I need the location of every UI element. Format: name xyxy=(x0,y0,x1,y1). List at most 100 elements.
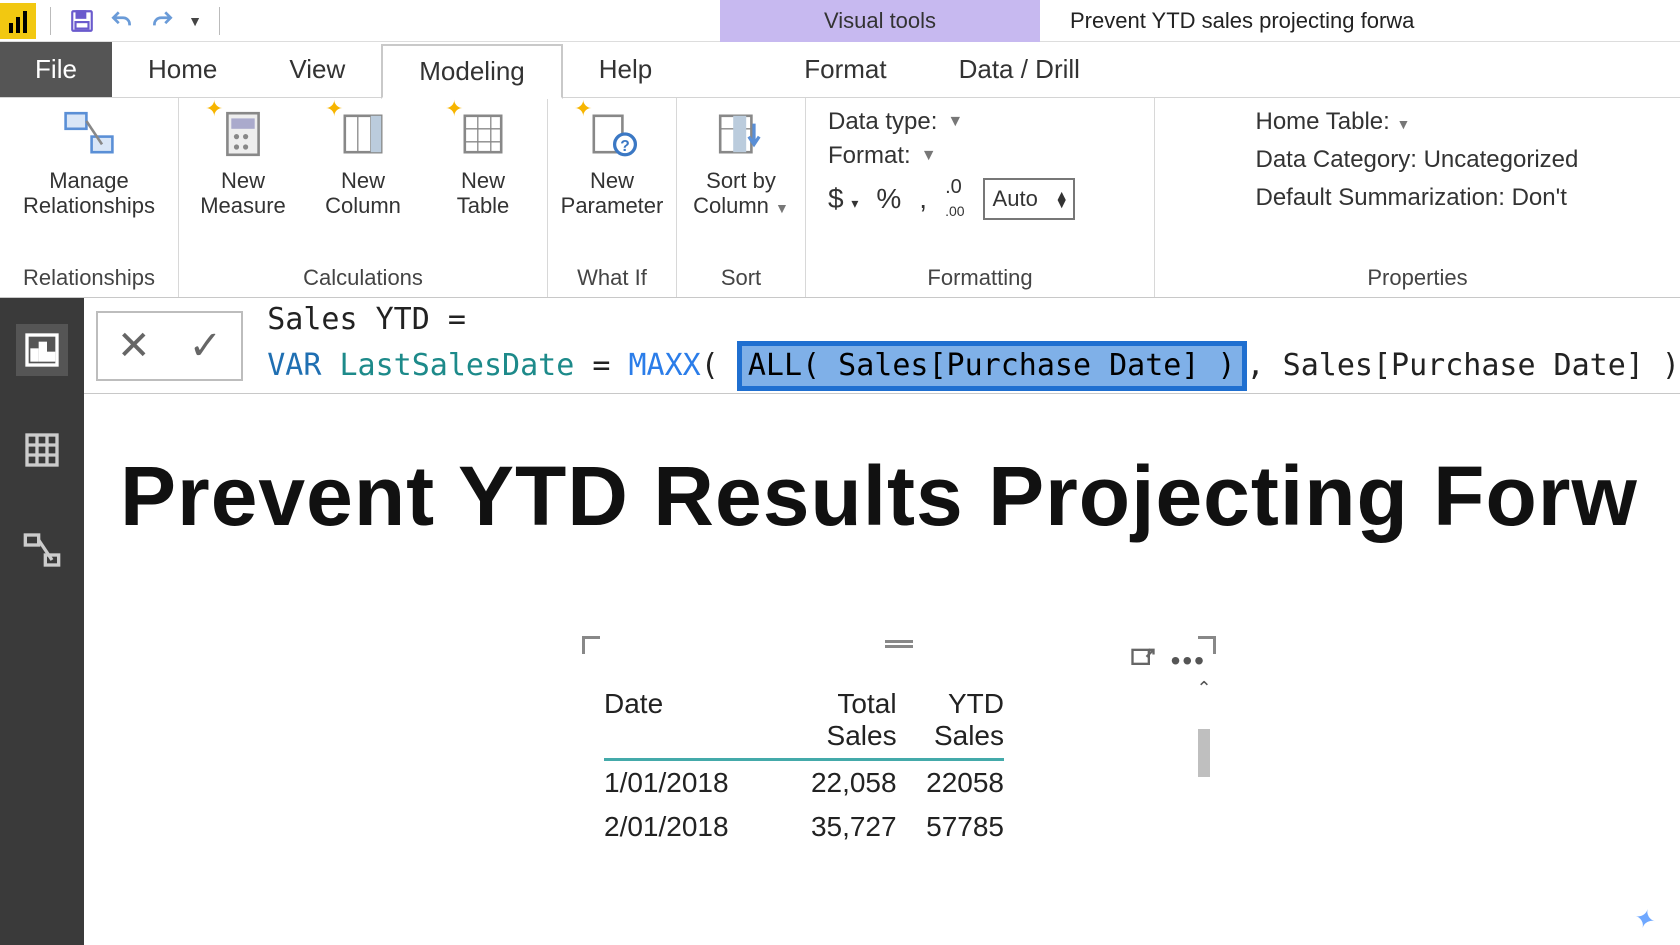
new-column-label: New Column xyxy=(325,168,401,219)
svg-text:?: ? xyxy=(620,138,630,155)
formula-bar-buttons: ✕ ✓ xyxy=(96,311,243,381)
sort-by-column-button[interactable]: Sort by Column ▼ xyxy=(691,104,791,219)
manage-relationships-button[interactable]: Manage Relationships xyxy=(14,104,164,219)
ribbon: Manage Relationships Relationships ✦ New… xyxy=(0,98,1680,298)
report-canvas: ✕ ✓ Sales YTD = VAR LastSalesDate = MAXX… xyxy=(84,298,1680,945)
formula-input[interactable]: Sales YTD = VAR LastSalesDate = MAXX( AL… xyxy=(249,300,1680,391)
format-dropdown[interactable]: Format:▼ xyxy=(828,142,1132,170)
scroll-thumb[interactable] xyxy=(1198,729,1210,777)
tab-data-drill[interactable]: Data / Drill xyxy=(923,42,1116,97)
table-header-row: Date Total Sales YTD Sales xyxy=(604,688,1004,761)
ribbon-group-sort: Sort by Column ▼ Sort xyxy=(677,98,806,297)
page-title: Prevent YTD Results Projecting Forw xyxy=(120,448,1638,545)
new-table-button[interactable]: ✦ New Table xyxy=(433,104,533,219)
drag-handle[interactable] xyxy=(885,640,913,648)
visual-header: ••• xyxy=(1129,644,1206,677)
decimal-auto-value: Auto xyxy=(993,186,1038,212)
data-table: Date Total Sales YTD Sales 1/01/2018 22,… xyxy=(604,688,1004,849)
qat-separator-2 xyxy=(219,7,220,35)
sort-icon xyxy=(711,104,771,164)
qat-customize-dropdown[interactable]: ▼ xyxy=(185,4,205,38)
contextual-tab-visual-tools: Visual tools xyxy=(720,0,1040,42)
save-button[interactable] xyxy=(65,4,99,38)
after-text: , Sales[Purchase Date] ) xyxy=(1247,348,1680,383)
new-measure-button[interactable]: ✦ New Measure xyxy=(193,104,293,219)
relationships-icon xyxy=(59,104,119,164)
col-header-date[interactable]: Date xyxy=(604,688,760,752)
new-parameter-label: New Parameter xyxy=(561,168,664,219)
tab-home[interactable]: Home xyxy=(112,42,253,97)
formula-commit-button[interactable]: ✓ xyxy=(189,323,223,369)
new-parameter-button[interactable]: ✦ ? New Parameter xyxy=(562,104,662,219)
eq: = xyxy=(430,302,466,337)
cell-total: 35,727 xyxy=(760,811,897,843)
ribbon-tabs: File Home View Modeling Help Format Data… xyxy=(0,42,1680,98)
home-table-dropdown[interactable]: Home Table: ▼ xyxy=(1256,108,1580,136)
table-visual[interactable]: ••• ⌃ Date Total Sales YTD Sales 1/01/20… xyxy=(584,638,1214,938)
sort-by-column-label: Sort by Column ▼ xyxy=(693,168,789,219)
tab-help[interactable]: Help xyxy=(563,42,688,97)
scroll-up-icon[interactable]: ⌃ xyxy=(1196,678,1211,699)
model-view-button[interactable] xyxy=(16,524,68,576)
more-options-button[interactable]: ••• xyxy=(1171,645,1206,677)
default-summarization-dropdown[interactable]: Default Summarization: Don't xyxy=(1256,184,1580,212)
all-args: ( Sales[Purchase Date] ) xyxy=(802,348,1235,383)
tab-modeling[interactable]: Modeling xyxy=(381,44,563,99)
kw-var: VAR xyxy=(267,348,321,383)
new-table-label: New Table xyxy=(457,168,510,219)
formula-cancel-button[interactable]: ✕ xyxy=(117,323,151,369)
func-all: ALL xyxy=(748,348,802,383)
tab-format[interactable]: Format xyxy=(768,42,922,97)
tab-view[interactable]: View xyxy=(253,42,381,97)
selected-text: ALL( Sales[Purchase Date] ) xyxy=(737,341,1247,392)
cell-ytd: 22058 xyxy=(897,767,1004,799)
table-icon: ✦ xyxy=(453,104,513,164)
eq2: = xyxy=(574,348,628,383)
cell-total: 22,058 xyxy=(760,767,897,799)
ribbon-group-label: Sort xyxy=(721,261,761,297)
decimal-places-spinner[interactable]: Auto ▲▼ xyxy=(983,178,1075,220)
data-type-dropdown[interactable]: Data type:▼ xyxy=(828,108,1132,136)
paren-open: ( xyxy=(701,348,737,383)
thousands-separator-button[interactable]: , xyxy=(919,183,927,215)
new-measure-label: New Measure xyxy=(200,168,286,219)
view-switcher xyxy=(0,298,84,945)
ribbon-group-relationships: Manage Relationships Relationships xyxy=(0,98,179,297)
window-title: Prevent YTD sales projecting forwa xyxy=(1070,0,1680,42)
cell-date: 1/01/2018 xyxy=(604,767,760,799)
column-icon: ✦ xyxy=(333,104,393,164)
data-view-button[interactable] xyxy=(16,424,68,476)
table-row[interactable]: 2/01/2018 35,727 57785 xyxy=(604,805,1004,849)
focus-mode-button[interactable] xyxy=(1129,644,1157,677)
col-header-ytd-sales[interactable]: YTD Sales xyxy=(897,688,1004,752)
ribbon-group-label: Relationships xyxy=(23,261,155,297)
ribbon-group-label: Properties xyxy=(1367,261,1467,297)
ribbon-group-whatif: ✦ ? New Parameter What If xyxy=(548,98,677,297)
ribbon-group-label: What If xyxy=(577,261,647,297)
data-category-dropdown[interactable]: Data Category: Uncategorized xyxy=(1256,146,1580,174)
ribbon-group-label: Calculations xyxy=(303,261,423,297)
resize-handle-tl[interactable] xyxy=(582,636,600,654)
formula-bar: ✕ ✓ Sales YTD = VAR LastSalesDate = MAXX… xyxy=(84,298,1680,394)
ribbon-group-formatting: Data type:▼ Format:▼ $ ▾ % , .0.00 Auto … xyxy=(806,98,1155,297)
report-view-button[interactable] xyxy=(16,324,68,376)
currency-format-button[interactable]: $ ▾ xyxy=(828,183,858,215)
col-header-total-sales[interactable]: Total Sales xyxy=(760,688,897,752)
func-maxx: MAXX xyxy=(628,348,700,383)
undo-button[interactable] xyxy=(105,4,139,38)
tab-file[interactable]: File xyxy=(0,42,112,97)
new-column-button[interactable]: ✦ New Column xyxy=(313,104,413,219)
scrollbar[interactable]: ⌃ xyxy=(1194,678,1214,938)
main-area: ✕ ✓ Sales YTD = VAR LastSalesDate = MAXX… xyxy=(0,298,1680,945)
manage-relationships-label: Manage Relationships xyxy=(23,168,155,219)
ribbon-group-properties: Home Table: ▼ Data Category: Uncategoriz… xyxy=(1155,98,1680,297)
ribbon-group-calculations: ✦ New Measure ✦ New Column ✦ New Table C… xyxy=(179,98,548,297)
redo-button[interactable] xyxy=(145,4,179,38)
qat-separator xyxy=(50,7,51,35)
parameter-icon: ✦ ? xyxy=(582,104,642,164)
app-icon xyxy=(0,3,36,39)
table-row[interactable]: 1/01/2018 22,058 22058 xyxy=(604,761,1004,805)
var-name: LastSalesDate xyxy=(339,348,574,383)
percent-format-button[interactable]: % xyxy=(876,183,901,215)
cell-ytd: 57785 xyxy=(897,811,1004,843)
